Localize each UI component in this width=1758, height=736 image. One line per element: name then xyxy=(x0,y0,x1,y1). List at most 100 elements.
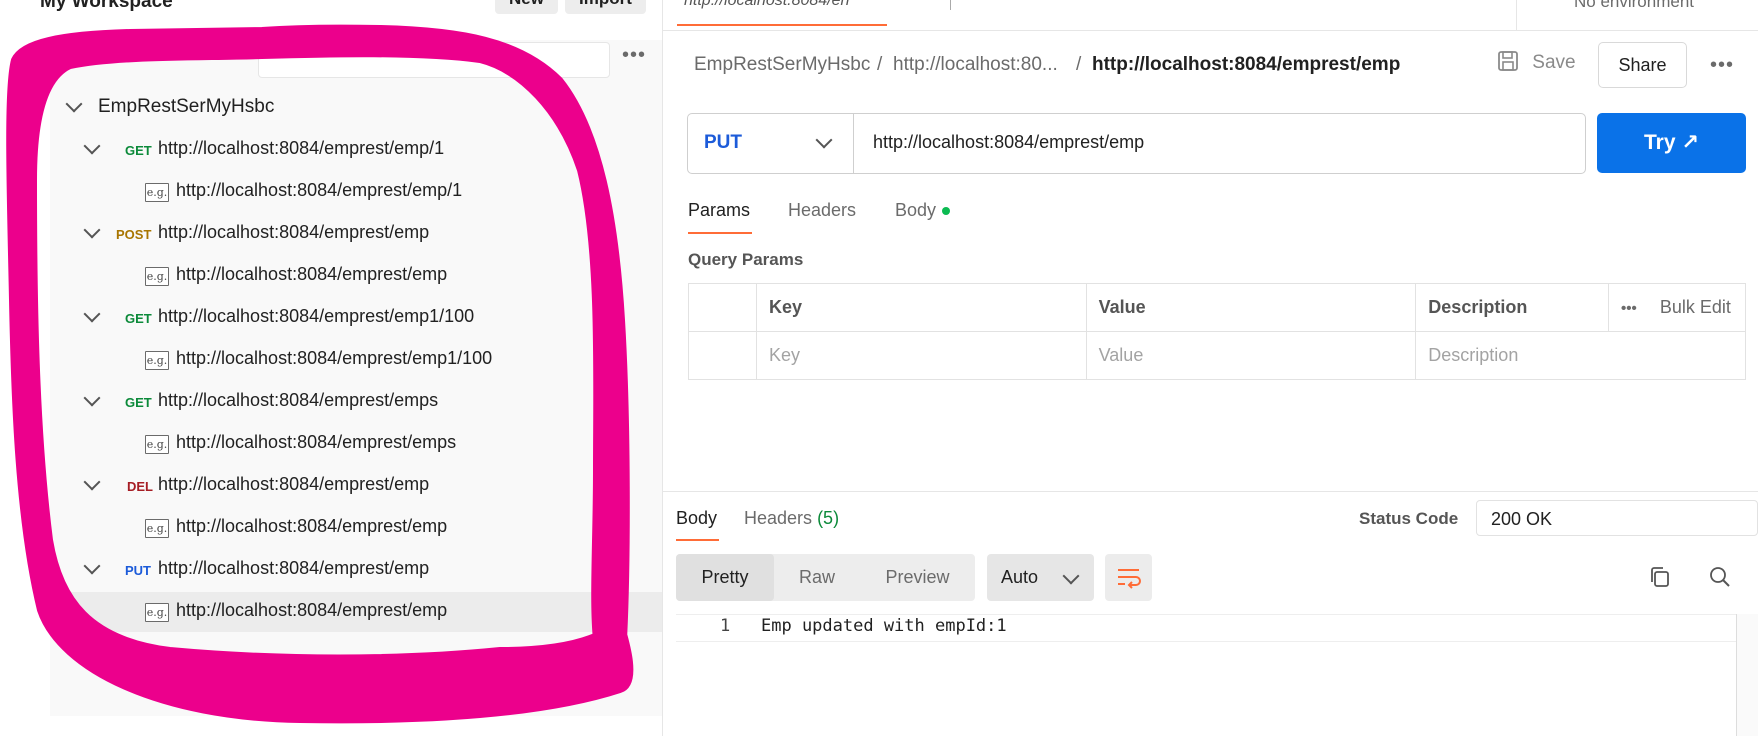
share-button[interactable]: Share xyxy=(1598,42,1687,88)
example-item[interactable]: e.g. http://localhost:8084/emprest/emp xyxy=(50,256,662,296)
value-input[interactable]: Value xyxy=(1085,331,1417,380)
scrollbar[interactable] xyxy=(1736,614,1758,736)
request-item[interactable]: GET http://localhost:8084/emprest/emps xyxy=(50,382,662,422)
wrap-icon xyxy=(1118,569,1141,589)
breadcrumb-collection[interactable]: EmpRestSerMyHsbc xyxy=(694,54,870,76)
chevron-down-icon[interactable] xyxy=(83,305,101,323)
view-preview[interactable]: Preview xyxy=(860,554,975,601)
search-icon[interactable] xyxy=(1708,565,1732,594)
example-item-selected[interactable]: e.g. http://localhost:8084/emprest/emp xyxy=(50,592,662,632)
example-name: http://localhost:8084/emprest/emps xyxy=(176,432,457,452)
chevron-down-icon[interactable] xyxy=(65,95,83,113)
collection-name: EmpRestSerMyHsbc xyxy=(98,96,275,117)
table-row: Key Value Description xyxy=(688,331,1746,380)
add-icon[interactable]: + xyxy=(62,40,76,68)
example-name: http://localhost:8084/emprest/emp xyxy=(176,264,448,284)
breadcrumb-separator: / xyxy=(1076,54,1082,75)
example-name: http://localhost:8084/emprest/emp1/100 xyxy=(176,348,493,368)
headers-count: (5) xyxy=(817,508,840,528)
request-name: http://localhost:8084/emprest/emps xyxy=(158,390,439,410)
example-item[interactable]: e.g. http://localhost:8084/emprest/emp1/… xyxy=(50,340,662,380)
params-tab-indicator xyxy=(688,232,752,234)
example-name: http://localhost:8084/emprest/emp xyxy=(176,600,448,620)
response-body-text: Emp updated with empId:1 xyxy=(761,616,1007,636)
chevron-down-icon[interactable] xyxy=(83,389,101,407)
breadcrumb-parent[interactable]: http://localhost:80... xyxy=(893,54,1058,76)
request-name: http://localhost:8084/emprest/emp xyxy=(158,222,430,242)
request-name: http://localhost:8084/emprest/emp xyxy=(158,474,430,494)
method-badge: GET xyxy=(125,311,152,326)
header-value: Value xyxy=(1085,283,1417,332)
more-options-icon[interactable]: ••• xyxy=(622,44,646,67)
chevron-down-icon[interactable] xyxy=(83,137,101,155)
query-params-table: Key Value Description ••• Bulk Edit Key … xyxy=(688,283,1746,380)
wrap-lines-button[interactable] xyxy=(1105,554,1152,601)
active-tab-indicator xyxy=(677,24,887,26)
example-icon: e.g. xyxy=(145,435,169,454)
checkbox-column xyxy=(688,283,757,332)
key-input[interactable]: Key xyxy=(755,331,1087,380)
request-name: http://localhost:8084/emprest/emp1/100 xyxy=(158,306,475,326)
header-key: Key xyxy=(755,283,1087,332)
response-divider xyxy=(662,491,1758,492)
view-mode-toggle: Pretty Raw Preview xyxy=(676,554,975,601)
request-name: http://localhost:8084/emprest/emp xyxy=(158,558,430,578)
import-button[interactable]: Import xyxy=(565,0,646,14)
example-item[interactable]: e.g. http://localhost:8084/emprest/emps xyxy=(50,424,662,464)
try-button[interactable]: Try ↗ xyxy=(1597,113,1746,173)
response-headers-label: Headers xyxy=(744,508,813,528)
more-options-icon[interactable]: ••• xyxy=(1710,54,1734,77)
more-options-icon[interactable]: ••• xyxy=(1621,300,1637,317)
table-header-row: Key Value Description ••• Bulk Edit xyxy=(688,283,1746,332)
request-item[interactable]: GET http://localhost:8084/emprest/emp1/1… xyxy=(50,298,662,338)
response-tab-headers[interactable]: Headers (5) xyxy=(744,508,839,529)
tab-params[interactable]: Params xyxy=(688,200,750,221)
copy-icon[interactable] xyxy=(1648,565,1672,594)
environment-selector[interactable]: No environment xyxy=(1574,0,1694,12)
tab-body-label: Body xyxy=(895,200,937,220)
search-input[interactable] xyxy=(258,42,610,78)
tab-separator xyxy=(950,0,951,10)
request-item[interactable]: PUT http://localhost:8084/emprest/emp xyxy=(50,550,662,590)
format-select[interactable]: Auto xyxy=(987,554,1094,601)
method-badge: GET xyxy=(125,395,152,410)
example-icon: e.g. xyxy=(145,183,169,202)
chevron-down-icon[interactable] xyxy=(83,221,101,239)
example-item[interactable]: e.g. http://localhost:8084/emprest/emp xyxy=(50,508,662,548)
sidebar-divider xyxy=(662,0,663,736)
example-icon: e.g. xyxy=(145,267,169,286)
save-button[interactable]: Save xyxy=(1497,50,1576,74)
env-divider xyxy=(1516,0,1517,30)
bulk-edit-link[interactable]: Bulk Edit xyxy=(1660,297,1731,317)
status-code-label: Status Code xyxy=(1359,509,1459,528)
response-tab-body[interactable]: Body xyxy=(676,508,717,529)
tab-body[interactable]: Body xyxy=(895,200,951,221)
request-item[interactable]: GET http://localhost:8084/emprest/emp/1 xyxy=(50,130,662,170)
row-checkbox[interactable] xyxy=(688,331,757,380)
save-label: Save xyxy=(1532,52,1576,73)
chevron-down-icon[interactable] xyxy=(815,131,833,149)
url-bar: PUT http://localhost:8084/emprest/emp xyxy=(687,113,1586,174)
sidebar: My Workspace New Import + ••• EmpRestSer… xyxy=(0,0,662,736)
new-button[interactable]: New xyxy=(495,0,558,14)
tab-headers[interactable]: Headers xyxy=(788,200,856,221)
request-item[interactable]: DEL http://localhost:8084/emprest/emp xyxy=(50,466,662,506)
collection-row[interactable]: EmpRestSerMyHsbc xyxy=(50,88,662,128)
response-tab-indicator xyxy=(676,539,719,541)
method-badge: DEL xyxy=(127,479,153,494)
method-select[interactable]: PUT xyxy=(704,132,742,154)
active-request-tab[interactable]: http://localhost:8084/en xyxy=(684,0,849,10)
filter-icon[interactable] xyxy=(112,40,136,69)
line-number: 1 xyxy=(720,616,731,636)
chevron-down-icon[interactable] xyxy=(83,557,101,575)
breadcrumb-separator: / xyxy=(877,54,883,75)
chevron-down-icon xyxy=(1062,567,1080,585)
chevron-down-icon[interactable] xyxy=(83,473,101,491)
example-name: http://localhost:8084/emprest/emp xyxy=(176,516,448,536)
view-pretty[interactable]: Pretty xyxy=(676,554,774,601)
description-input[interactable]: Description xyxy=(1415,331,1746,380)
url-input[interactable]: http://localhost:8084/emprest/emp xyxy=(873,132,1144,153)
request-item[interactable]: POST http://localhost:8084/emprest/emp xyxy=(50,214,662,254)
view-raw[interactable]: Raw xyxy=(774,554,860,601)
example-item[interactable]: e.g. http://localhost:8084/emprest/emp/1 xyxy=(50,172,662,212)
